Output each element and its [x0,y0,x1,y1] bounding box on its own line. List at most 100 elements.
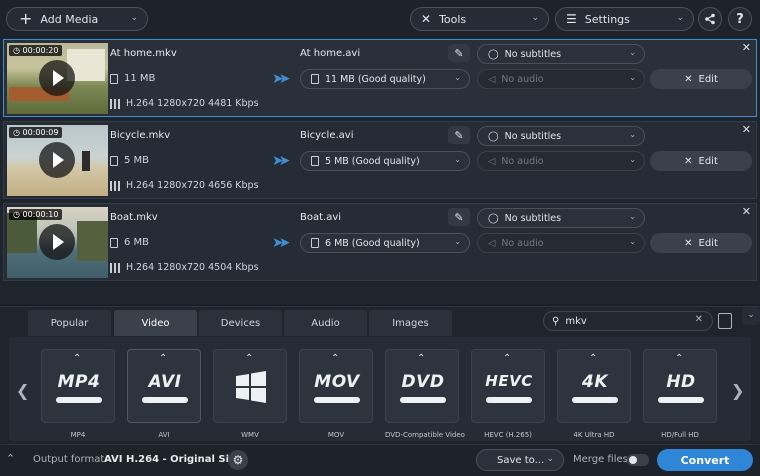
chevron-up-icon[interactable]: ⌃ [589,353,597,364]
format-card[interactable]: ⌃ HEVC [471,349,545,423]
format-label: 4K Ultra HD [573,431,615,439]
bottom-bar: ⌃ Output format: AVI H.264 - Original Si… [0,444,760,476]
add-media-button[interactable]: + Add Media ⌄ [6,7,148,31]
tab-popular[interactable]: Popular [28,310,111,336]
output-filename[interactable]: At home.avi [300,48,360,59]
format-mp4[interactable]: ⌃ MP4 MP4 [41,349,115,439]
output-size-select[interactable]: 11 MB (Good quality) ⌄ [300,69,470,89]
source-info: H.264 1280x720 4481 Kbps [110,98,259,109]
merge-files-toggle[interactable] [627,454,649,466]
audio-value: No audio [501,155,544,167]
remove-file-icon[interactable]: ✕ [742,123,751,136]
play-icon[interactable] [39,224,75,260]
format-avi[interactable]: ⌃ AVI AVI [127,349,201,439]
share-button[interactable] [698,7,722,31]
format-card[interactable]: ⌃ HD [643,349,717,423]
preset-settings-icon[interactable] [718,313,732,329]
output-format-value[interactable]: AVI H.264 - Original Size [104,454,242,465]
edit-button[interactable]: ✕ Edit [650,69,752,89]
tab-images[interactable]: Images [369,310,452,336]
format-dvd[interactable]: ⌃ DVD DVD-Compatible Video [385,349,465,439]
chevron-up-icon[interactable]: ⌃ [245,353,253,364]
audio-select[interactable]: ◁ No audio ⌄ [477,69,645,89]
wrench-icon: ✕ [421,12,432,26]
output-filename[interactable]: Boat.avi [300,212,341,223]
edit-label: Edit [698,237,718,249]
chevron-up-icon[interactable]: ⌃ [503,353,511,364]
video-strip-icon [486,397,532,403]
play-icon[interactable] [39,60,75,96]
rename-pen-icon[interactable]: ✎ [448,44,470,62]
mov-logo: MOV [314,372,360,392]
clear-search-icon[interactable]: ✕ [695,314,703,325]
edit-button[interactable]: ✕ Edit [650,151,752,171]
settings-label: Settings [584,12,630,26]
file-icon [110,155,118,166]
format-hevc[interactable]: ⌃ HEVC HEVC (H.265) [471,349,545,439]
play-icon[interactable] [39,142,75,178]
format-card[interactable]: ⌃ DVD [385,349,459,423]
format-card[interactable]: ⌃ MOV [299,349,373,423]
format-wmv[interactable]: ⌃ WMV [213,349,287,439]
format-card[interactable]: ⌃ MP4 [41,349,115,423]
file-icon [110,237,118,248]
audio-select[interactable]: ◁ No audio ⌄ [477,233,645,253]
chevron-up-icon[interactable]: ⌃ [159,353,167,364]
tools-label: Tools [439,12,467,26]
source-size-value: 6 MB [124,237,150,248]
settings-button[interactable]: ☰ Settings ⌄ [555,7,694,31]
remove-file-icon[interactable]: ✕ [742,41,751,54]
format-card[interactable]: ⌃ [213,349,287,423]
format-card[interactable]: ⌃ AVI [127,349,201,423]
file-row[interactable]: ◷ 00:00:09 Bicycle.mkv 5 MB H.264 1280x7… [3,121,757,199]
video-thumbnail[interactable]: ◷ 00:00:09 [7,125,108,196]
edit-button[interactable]: ✕ Edit [650,233,752,253]
help-button[interactable]: ? [728,7,752,31]
format-4k[interactable]: ⌃ 4K 4K Ultra HD [557,349,631,439]
mp4-logo: MP4 [57,372,101,392]
source-size: 6 MB [110,237,149,248]
chevron-up-icon[interactable]: ⌃ [675,353,683,364]
chevron-left-icon[interactable]: ❮ [16,381,29,400]
subtitles-select[interactable]: ◯ No subtitles ⌄ [477,44,645,64]
file-icon [110,73,118,84]
output-format-settings-button[interactable]: ⚙ [228,450,248,470]
file-row[interactable]: ◷ 00:00:20 At home.mkv 11 MB H.264 1280x… [3,39,757,117]
collapse-panel-icon[interactable]: ⌄ [742,307,760,325]
chevron-down-icon: ⌄ [629,48,636,57]
rename-pen-icon[interactable]: ✎ [448,208,470,226]
chevron-up-icon[interactable]: ⌃ [73,353,81,364]
output-size-select[interactable]: 5 MB (Good quality) ⌄ [300,151,470,171]
chevron-right-icon[interactable]: ❯ [731,381,744,400]
video-thumbnail[interactable]: ◷ 00:00:10 [7,207,108,278]
chevron-up-icon[interactable]: ⌃ [417,353,425,364]
save-to-button[interactable]: Save to... ⌄ [476,449,564,471]
output-size-select[interactable]: 6 MB (Good quality) ⌄ [300,233,470,253]
search-input[interactable]: mkv [565,316,586,327]
convert-button[interactable]: Convert [657,449,753,471]
chevron-down-icon: ⌄ [629,155,636,164]
format-hd[interactable]: ⌃ HD HD/Full HD [643,349,717,439]
rename-pen-icon[interactable]: ✎ [448,126,470,144]
file-row[interactable]: ◷ 00:00:10 Boat.mkv 6 MB H.264 1280x720 … [3,203,757,281]
format-label: HD/Full HD [661,431,699,439]
format-label: WMV [241,431,259,439]
remove-file-icon[interactable]: ✕ [742,205,751,218]
subtitles-select[interactable]: ◯ No subtitles ⌄ [477,126,645,146]
tools-button[interactable]: ✕ Tools ⌄ [410,7,549,31]
audio-select[interactable]: ◁ No audio ⌄ [477,151,645,171]
output-filename[interactable]: Bicycle.avi [300,130,354,141]
video-thumbnail[interactable]: ◷ 00:00:20 [7,43,108,114]
source-info-value: H.264 1280x720 4481 Kbps [126,98,259,109]
subtitles-select[interactable]: ◯ No subtitles ⌄ [477,208,645,228]
expand-panel-icon[interactable]: ⌃ [6,452,15,465]
gear-icon: ⚙ [232,453,244,467]
tab-devices[interactable]: Devices [199,310,282,336]
tab-audio[interactable]: Audio [284,310,367,336]
format-card[interactable]: ⌃ 4K [557,349,631,423]
tab-video[interactable]: Video [114,310,197,336]
format-search[interactable]: ⚲ mkv ✕ [543,311,713,331]
chevron-up-icon[interactable]: ⌃ [331,353,339,364]
format-mov[interactable]: ⌃ MOV MOV [299,349,373,439]
speaker-icon: ◁ [488,73,496,85]
